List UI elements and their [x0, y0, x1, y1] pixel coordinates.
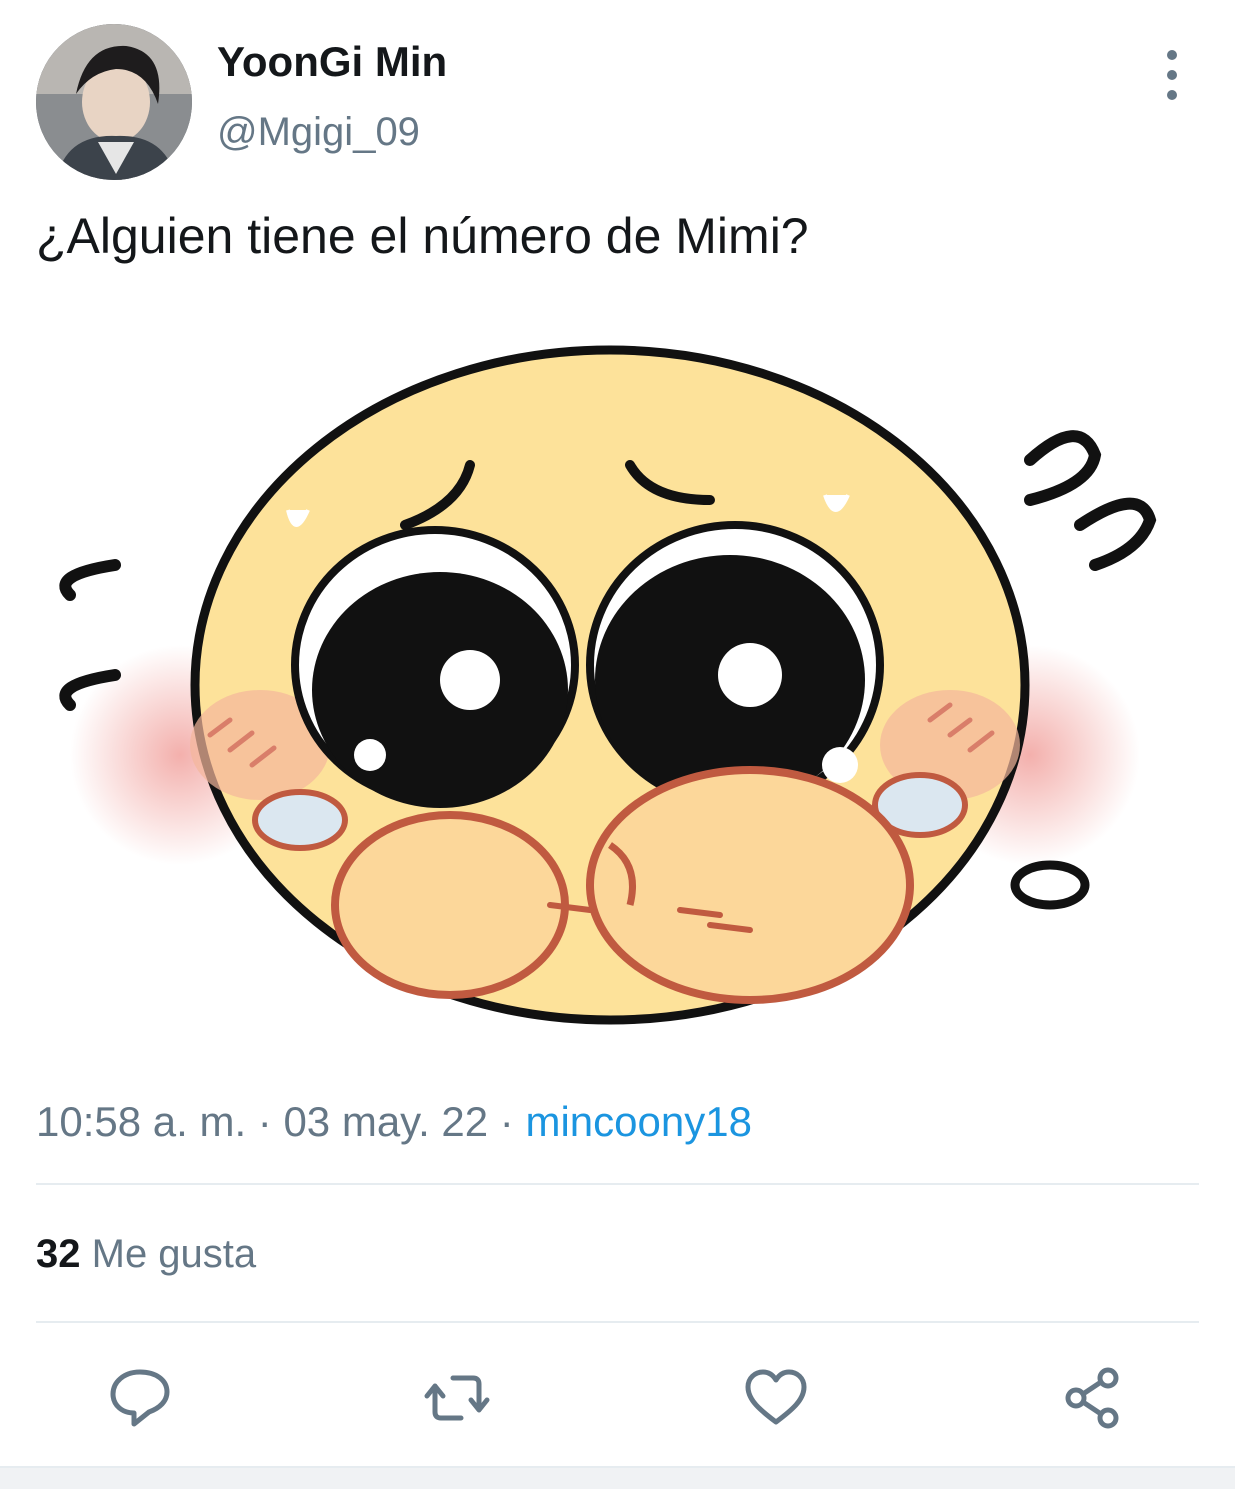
bottom-edge [0, 1466, 1235, 1489]
display-name[interactable]: YoonGi Min [217, 38, 447, 86]
tweet-metadata: 10:58 a. m. · 03 may. 22 · mincoony18 [36, 1098, 752, 1145]
user-handle[interactable]: @Mgigi_09 [217, 110, 420, 155]
speech-bubble-icon [110, 1369, 170, 1427]
avatar-image [36, 24, 192, 180]
tweet-media[interactable] [30, 325, 1180, 1065]
vertical-ellipsis-icon [1167, 50, 1177, 60]
avatar[interactable] [36, 24, 192, 180]
like-button[interactable] [740, 1362, 812, 1434]
tweet-date: 03 may. 22 [283, 1098, 489, 1145]
likes-label: Me gusta [91, 1232, 257, 1276]
divider [36, 1321, 1199, 1323]
share-button[interactable] [1058, 1362, 1130, 1434]
divider [36, 1183, 1199, 1185]
retweet-arrows-icon [424, 1375, 490, 1421]
share-nodes-icon [1065, 1367, 1119, 1429]
heart-icon [745, 1369, 807, 1425]
crying-emoji-image [59, 345, 1157, 1025]
tweet-time: 10:58 a. m. [36, 1098, 247, 1145]
tweet-text: ¿Alguien tiene el número de Mimi? [36, 208, 809, 264]
retweet-button[interactable] [421, 1362, 493, 1434]
reply-button[interactable] [104, 1362, 176, 1434]
more-options-button[interactable] [1150, 50, 1194, 100]
likes-count: 32 [36, 1232, 81, 1276]
tweet-source-link[interactable]: mincoony18 [525, 1098, 751, 1145]
likes-summary[interactable]: 32 Me gusta [36, 1232, 256, 1277]
